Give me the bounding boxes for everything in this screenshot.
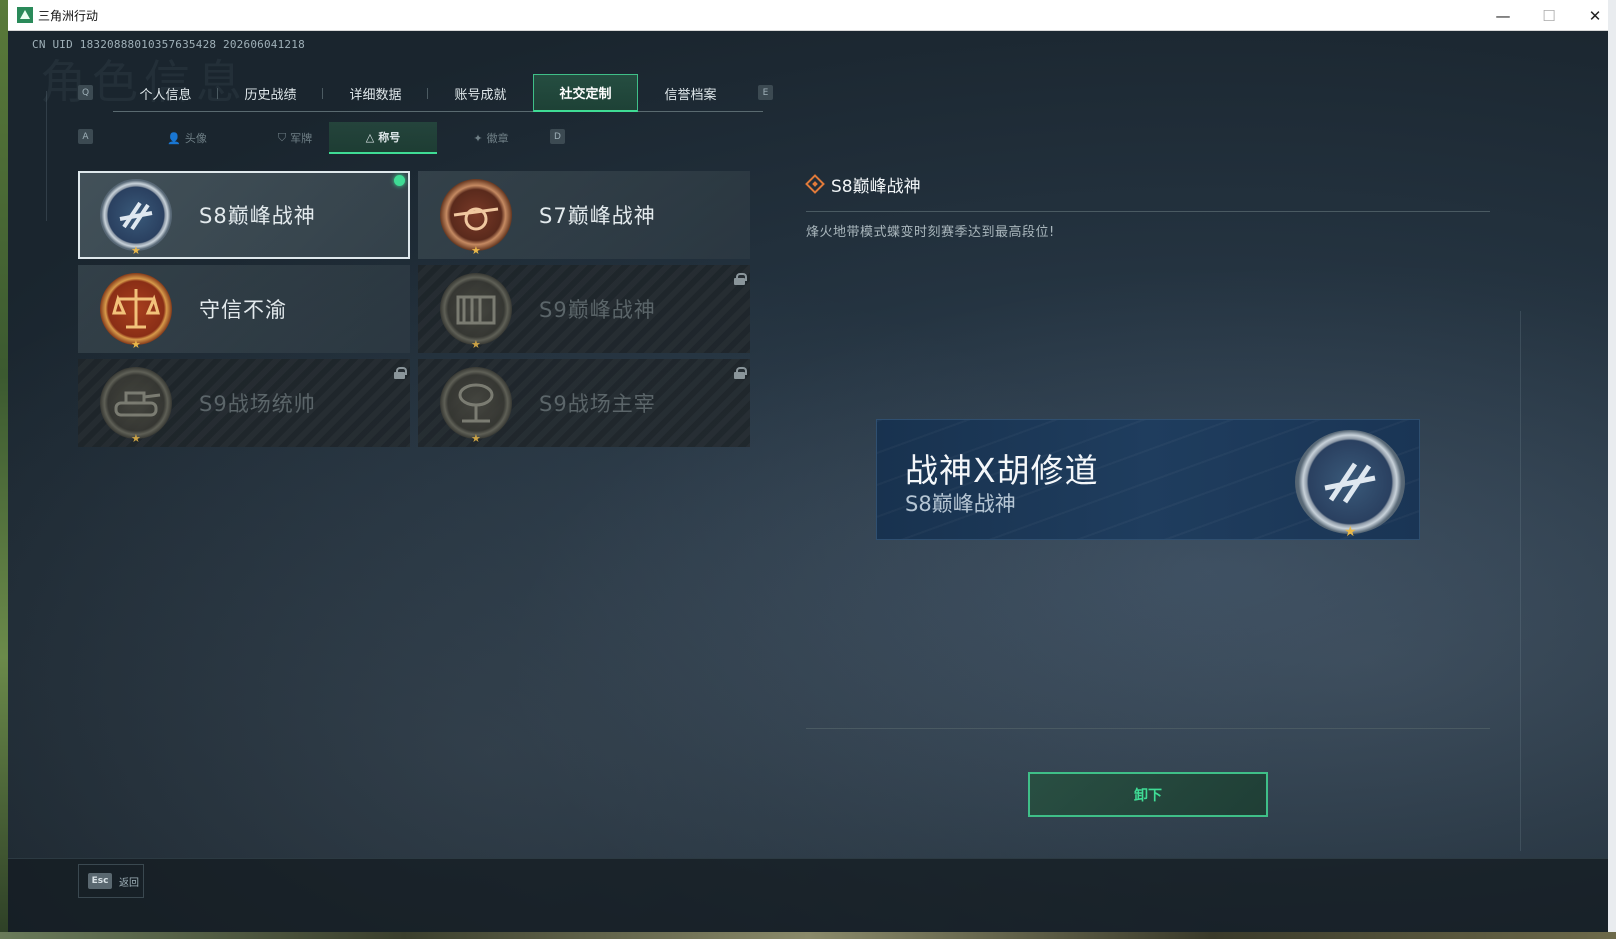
banner-player-name: 战神X胡修道 xyxy=(905,451,1099,490)
tab-history[interactable]: 历史战绩 xyxy=(218,74,323,112)
back-label: 返回 xyxy=(119,878,139,889)
detail-title: S8巅峰战神 xyxy=(831,177,921,197)
subtab-label: 称号 xyxy=(378,131,401,144)
title-card-s9-peak-god[interactable]: ★ S9巅峰战神 xyxy=(418,265,750,353)
tag-icon: ⛉ xyxy=(277,131,287,144)
decor-line xyxy=(46,91,47,221)
title-card-keep-faith[interactable]: ★ 守信不渝 xyxy=(78,265,410,353)
title-card-label: S8巅峰战神 xyxy=(199,204,316,228)
title-card-s8-peak-god[interactable]: ★ S8巅峰战神 xyxy=(78,171,410,259)
next-tab-key-hint: E xyxy=(758,85,773,100)
detail-description: 烽火地带模式蝶变时刻赛季达到最高段位! xyxy=(806,225,1055,240)
lock-icon xyxy=(734,273,747,285)
close-button[interactable]: ✕ xyxy=(1572,0,1608,31)
desktop-background-bottom xyxy=(0,932,1616,939)
unequip-button[interactable]: 卸下 xyxy=(1028,772,1268,817)
rifle-medal-icon: ★ xyxy=(440,179,512,257)
app-logo-icon xyxy=(17,7,33,23)
title-card-label: S7巅峰战神 xyxy=(539,204,656,228)
top-tab-bar: 个人信息 历史战绩 详细数据 账号成就 社交定制 信誉档案 xyxy=(113,74,763,112)
game-view: 角色信息 CN UID 18320888010357635428 2026060… xyxy=(8,31,1608,932)
decor-line xyxy=(1520,311,1521,851)
prev-tab-key-hint: Q xyxy=(78,85,93,100)
title-card-label: 守信不渝 xyxy=(199,298,287,322)
scale-medal-icon: ★ xyxy=(100,273,172,351)
maximize-button[interactable]: ☐ xyxy=(1526,0,1572,31)
wings-medal-icon: ★ xyxy=(100,179,172,257)
tank-medal-icon: ★ xyxy=(100,367,172,445)
diamond-title-icon xyxy=(805,174,825,194)
triangle-icon: △ xyxy=(365,130,375,144)
player-uid: CN UID 18320888010357635428 202606041218 xyxy=(32,38,305,51)
tab-details[interactable]: 详细数据 xyxy=(323,74,428,112)
sub-tab-bar: 👤 头像 ⛉ 军牌 △ 称号 ✦ 徽章 xyxy=(133,122,568,154)
subtab-label: 军牌 xyxy=(290,132,313,145)
title-card-s9-battlefield-master[interactable]: ★ S9战场主宰 xyxy=(418,359,750,447)
tab-label: 个人信息 xyxy=(139,87,192,103)
title-preview-banner: 战神X胡修道 S8巅峰战神 ★ xyxy=(876,419,1420,540)
subtab-badge[interactable]: ✦ 徽章 xyxy=(437,122,545,154)
tab-label: 详细数据 xyxy=(349,87,402,103)
banner-title: S8巅峰战神 xyxy=(905,492,1016,516)
equipped-indicator xyxy=(394,175,405,186)
title-bar[interactable]: 三角洲行动 — ☐ ✕ xyxy=(8,0,1608,31)
fortress-medal-icon: ★ xyxy=(440,273,512,351)
divider xyxy=(806,728,1490,729)
app-window: 三角洲行动 — ☐ ✕ 角色信息 CN UID 1832088801035763… xyxy=(8,0,1608,932)
window-title: 三角洲行动 xyxy=(38,9,99,23)
desktop-background-right xyxy=(1608,0,1616,939)
tab-social-customization[interactable]: 社交定制 xyxy=(533,74,638,112)
tab-label: 社交定制 xyxy=(559,87,612,102)
lock-icon xyxy=(394,367,407,379)
title-card-label: S9战场主宰 xyxy=(539,392,656,416)
subtab-label: 徽章 xyxy=(486,132,509,145)
subtab-avatar[interactable]: 👤 头像 xyxy=(133,122,241,154)
divider xyxy=(806,211,1490,212)
esc-key-hint: Esc xyxy=(88,873,112,889)
title-card-s9-battlefield-commander[interactable]: ★ S9战场统帅 xyxy=(78,359,410,447)
minimize-button[interactable]: — xyxy=(1480,0,1526,31)
person-icon: 👤 xyxy=(167,131,181,145)
badge-icon: ✦ xyxy=(473,131,483,145)
mushroom-cloud-medal-icon: ★ xyxy=(440,367,512,445)
wings-medal-icon: ★ xyxy=(1295,430,1405,539)
subtab-label: 头像 xyxy=(184,132,207,145)
footer-bar xyxy=(8,858,1608,932)
tab-label: 账号成就 xyxy=(454,87,507,103)
next-subtab-key-hint: D xyxy=(550,129,565,144)
tab-achievements[interactable]: 账号成就 xyxy=(428,74,533,112)
lock-icon xyxy=(734,367,747,379)
tab-label: 信誉档案 xyxy=(664,87,717,103)
tab-label: 历史战绩 xyxy=(244,87,297,103)
desktop-background-left xyxy=(0,0,8,939)
subtab-title[interactable]: △ 称号 xyxy=(329,122,437,154)
tab-reputation[interactable]: 信誉档案 xyxy=(638,74,743,112)
tab-profile[interactable]: 个人信息 xyxy=(113,74,218,112)
prev-subtab-key-hint: A xyxy=(78,129,93,144)
title-card-s7-peak-god[interactable]: ★ S7巅峰战神 xyxy=(418,171,750,259)
title-card-label: S9战场统帅 xyxy=(199,392,316,416)
title-card-label: S9巅峰战神 xyxy=(539,298,656,322)
